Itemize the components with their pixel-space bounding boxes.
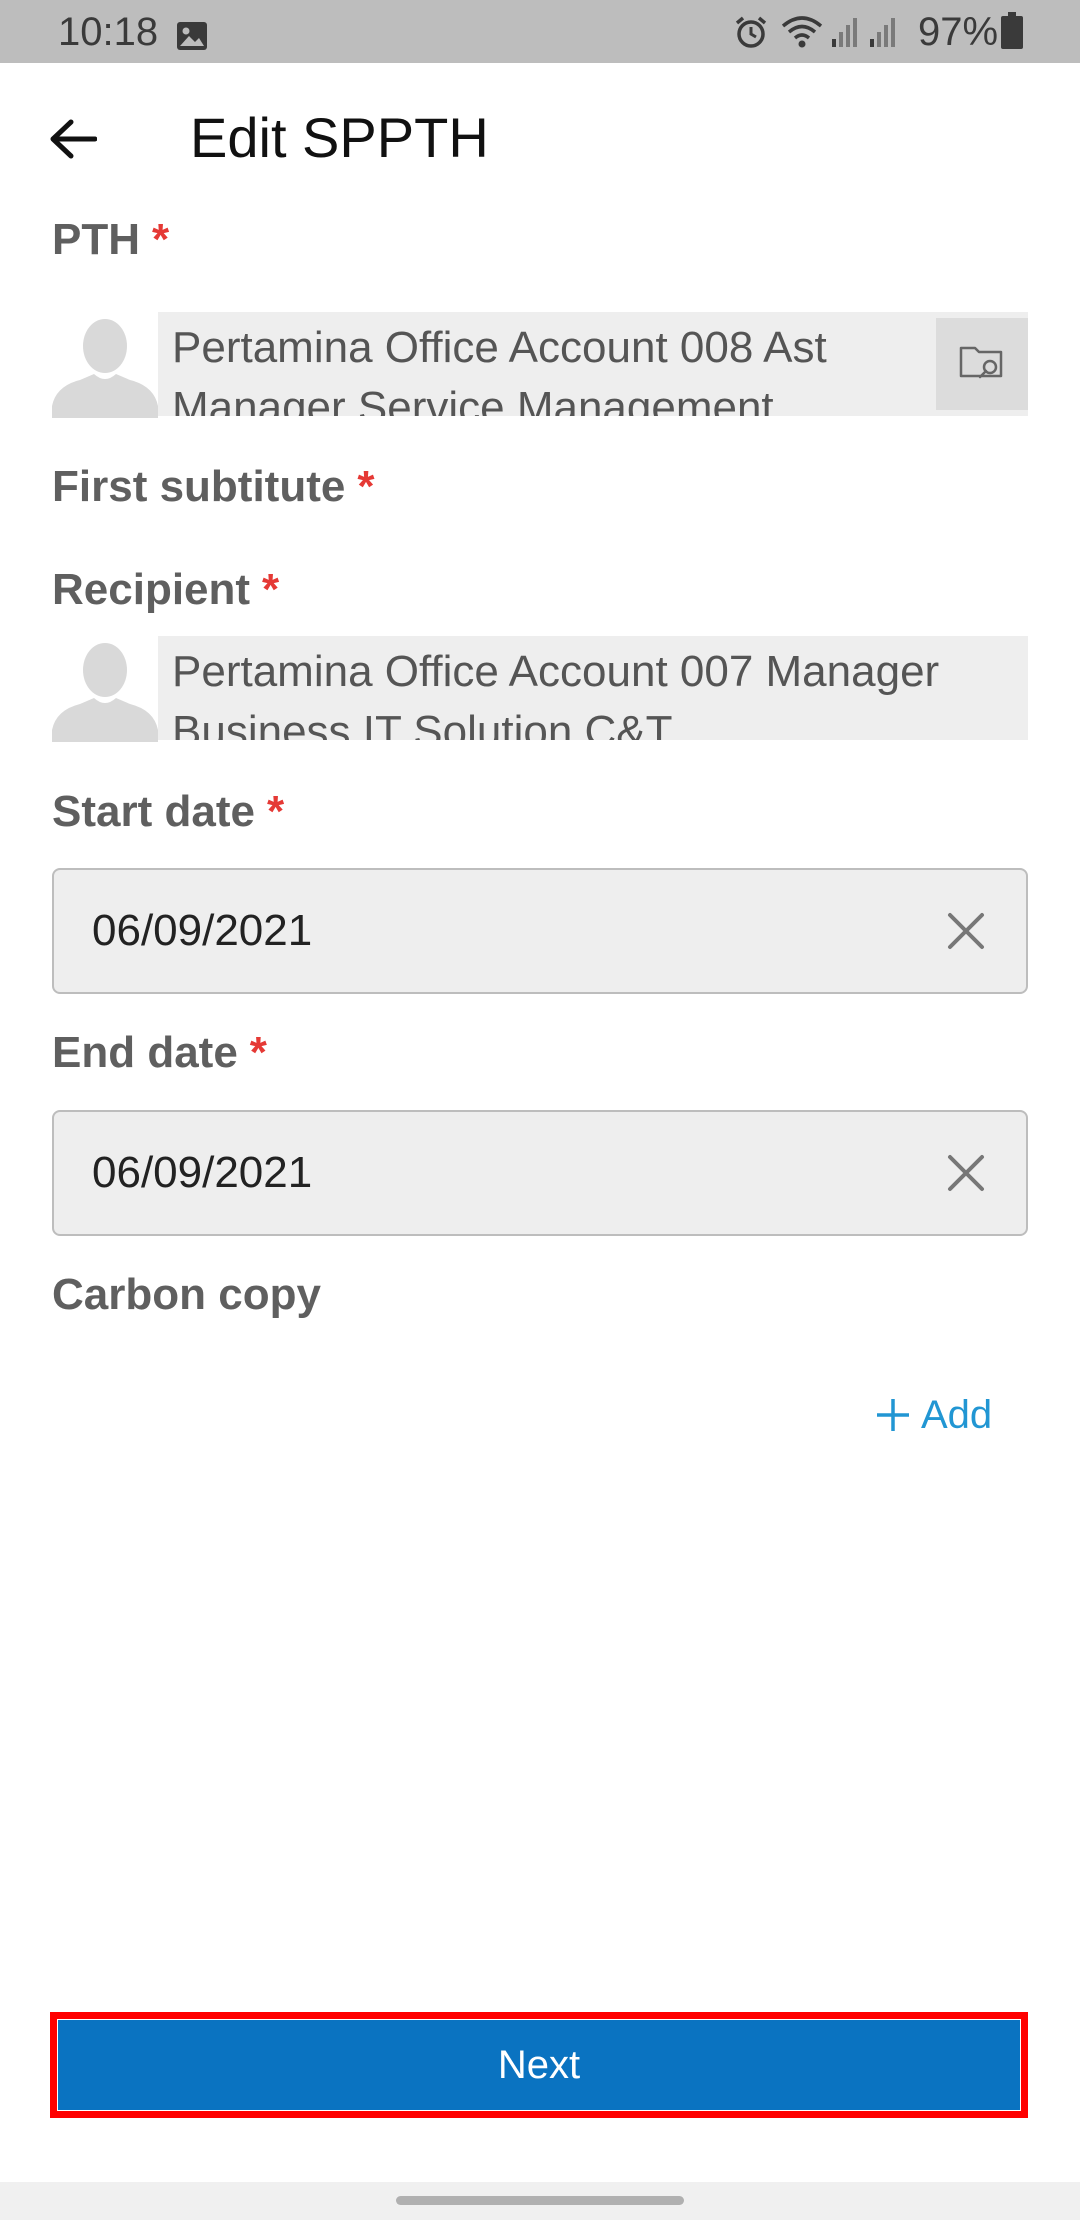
folder-search-icon bbox=[958, 340, 1006, 389]
end-date-label-text: End date bbox=[52, 1028, 238, 1077]
required-mark: * bbox=[357, 462, 375, 511]
browse-button[interactable] bbox=[936, 318, 1028, 410]
recipient-field[interactable]: Pertamina Office Account 007 Manager Bus… bbox=[52, 636, 1028, 742]
start-date-input[interactable]: 06/09/2021 bbox=[52, 868, 1028, 994]
end-date-value: 06/09/2021 bbox=[92, 1148, 313, 1197]
alarm-icon bbox=[733, 14, 769, 60]
page-title: Edit SPPTH bbox=[190, 106, 489, 169]
required-mark: * bbox=[262, 565, 280, 614]
recipient-label: Recipient * bbox=[52, 565, 279, 615]
arrow-left-icon bbox=[49, 119, 98, 164]
start-date-label-text: Start date bbox=[52, 787, 255, 836]
status-bar: 10:18 97% bbox=[0, 0, 1080, 63]
gallery-icon bbox=[176, 16, 208, 50]
status-time: 10:18 bbox=[58, 10, 159, 54]
recipient-label-text: Recipient bbox=[52, 565, 251, 614]
start-date-label: Start date * bbox=[52, 787, 284, 837]
close-icon bbox=[946, 911, 986, 956]
add-label: Add bbox=[921, 1392, 993, 1437]
app-bar: Edit SPPTH bbox=[0, 63, 1080, 213]
required-mark: * bbox=[249, 1028, 267, 1077]
end-date-input[interactable]: 06/09/2021 bbox=[52, 1110, 1028, 1236]
pth-label-text: PTH bbox=[52, 215, 140, 264]
recipient-value: Pertamina Office Account 007 Manager Bus… bbox=[158, 636, 1028, 740]
end-date-label: End date * bbox=[52, 1028, 267, 1078]
start-date-value: 06/09/2021 bbox=[92, 906, 313, 955]
end-date-clear-button[interactable] bbox=[936, 1145, 996, 1205]
plus-icon bbox=[875, 1397, 911, 1433]
pth-field[interactable]: Pertamina Office Account 008 Ast Manager… bbox=[52, 312, 1028, 418]
start-date-clear-button[interactable] bbox=[936, 903, 996, 963]
required-mark: * bbox=[266, 787, 285, 836]
carbon-copy-label: Carbon copy bbox=[52, 1270, 321, 1319]
first-substitute-label: First subtitute * bbox=[52, 462, 374, 512]
wifi-icon bbox=[780, 14, 824, 60]
battery-percent: 97% bbox=[918, 10, 999, 54]
pth-label: PTH * bbox=[52, 215, 169, 265]
signal-icon bbox=[868, 14, 898, 59]
close-icon bbox=[946, 1153, 986, 1198]
back-button[interactable] bbox=[40, 108, 106, 174]
add-carbon-copy-button[interactable]: Add bbox=[875, 1385, 992, 1445]
battery-icon bbox=[1000, 12, 1024, 60]
required-mark: * bbox=[152, 215, 170, 264]
pth-value: Pertamina Office Account 008 Ast Manager… bbox=[158, 312, 1028, 416]
avatar-icon bbox=[52, 636, 158, 742]
navigation-bar bbox=[0, 2182, 1080, 2220]
avatar-icon bbox=[52, 312, 158, 418]
signal-icon bbox=[830, 14, 860, 59]
next-button[interactable]: Next bbox=[58, 2020, 1020, 2110]
first-substitute-label-text: First subtitute bbox=[52, 462, 346, 511]
home-gesture-handle[interactable] bbox=[396, 2196, 684, 2205]
